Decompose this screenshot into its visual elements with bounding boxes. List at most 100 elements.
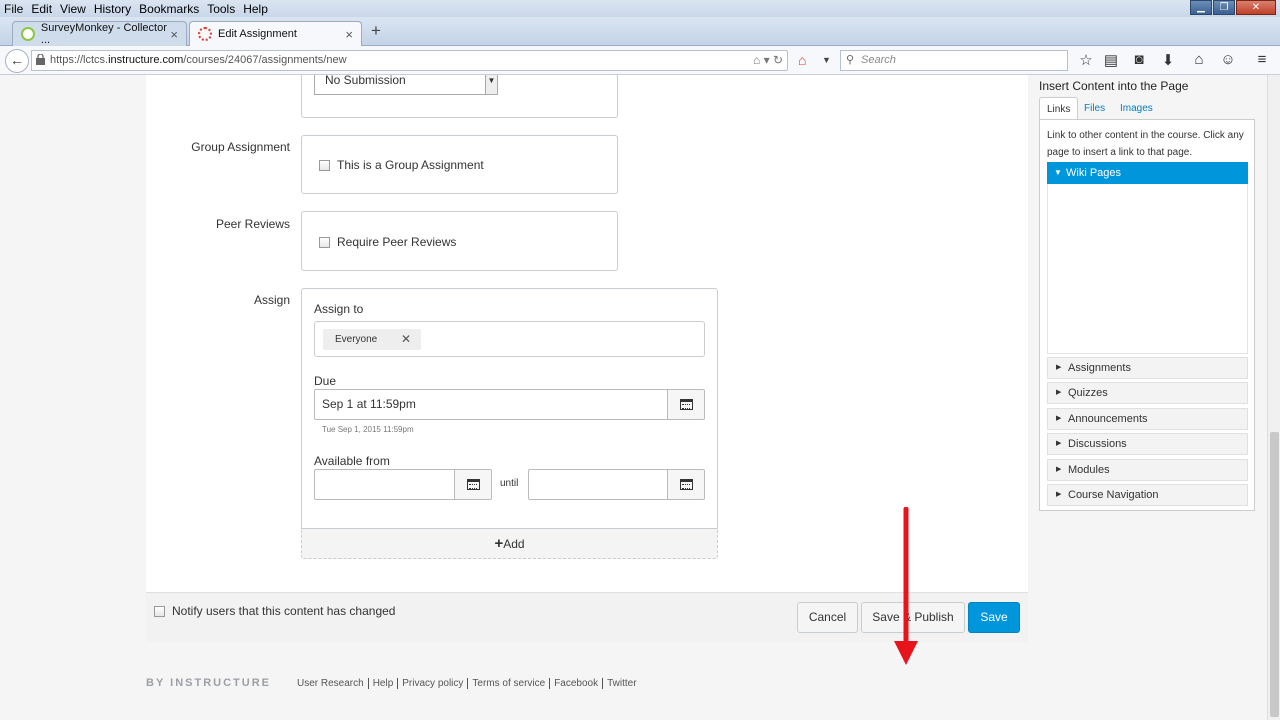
submission-type-select[interactable]: No Submission ▼	[314, 75, 498, 95]
menu-icon[interactable]: ≡	[1252, 51, 1272, 68]
download-icon[interactable]: ⬇	[1158, 51, 1178, 69]
available-from-input[interactable]	[314, 469, 456, 500]
insert-content-tabs: Links Files Images	[1039, 97, 1255, 120]
section-label: Course Navigation	[1068, 489, 1159, 501]
footer-link-terms[interactable]: Terms of service	[467, 677, 549, 689]
links-description: Link to other content in the course. Cli…	[1047, 130, 1244, 158]
section-course-navigation[interactable]: ▶ Course Navigation	[1047, 484, 1248, 506]
peer-reviews-checkbox-label: Require Peer Reviews	[337, 235, 457, 249]
back-button[interactable]: ←	[5, 49, 29, 73]
until-input[interactable]	[528, 469, 669, 500]
notify-users-label: Notify users that this content has chang…	[172, 604, 396, 618]
caret-down-icon: ▼	[1054, 168, 1062, 177]
assign-label: Assign	[253, 293, 290, 307]
available-from-calendar-button[interactable]	[454, 469, 492, 500]
tab-label: SurveyMonkey - Collector ...	[40, 22, 167, 46]
peer-reviews-label: Peer Reviews	[215, 217, 290, 231]
available-from-label: Available from	[314, 454, 390, 468]
caret-right-icon: ▶	[1056, 491, 1062, 498]
chevron-down-icon: ▼	[485, 75, 497, 94]
calendar-icon	[679, 399, 693, 410]
chat-icon[interactable]: ☺	[1218, 51, 1238, 68]
wiki-pages-section[interactable]: ▼ Wiki Pages	[1047, 162, 1248, 184]
footer-link-privacy[interactable]: Privacy policy	[397, 677, 467, 689]
reading-list-icon[interactable]: ▤	[1101, 51, 1121, 69]
footer-link-user-research[interactable]: User Research	[293, 678, 368, 689]
menu-edit[interactable]: Edit	[27, 2, 56, 16]
section-discussions[interactable]: ▶ Discussions	[1047, 433, 1248, 455]
home-icon[interactable]: ⌂	[1189, 51, 1209, 68]
notify-users-checkbox[interactable]	[154, 605, 165, 617]
add-label: Add	[503, 537, 525, 551]
menu-help[interactable]: Help	[239, 2, 272, 16]
due-calendar-button[interactable]	[667, 389, 705, 420]
tab-edit-assignment[interactable]: Edit Assignment ×	[189, 21, 362, 46]
close-tab-icon[interactable]: ×	[170, 27, 178, 42]
menu-tools[interactable]: Tools	[203, 2, 239, 16]
navigation-bar: ← https://lctcs.instructure.com/courses/…	[0, 46, 1280, 75]
url-bar[interactable]: https://lctcs.instructure.com/courses/24…	[31, 50, 788, 71]
save-button[interactable]: Save	[968, 602, 1020, 633]
until-label: until	[500, 478, 519, 489]
assignee-token-label: Everyone	[335, 334, 378, 345]
site-footer: BY INSTRUCTURE User Research Help Privac…	[146, 677, 641, 689]
cancel-button[interactable]: Cancel	[797, 602, 858, 633]
remove-token-icon[interactable]: ✕	[401, 329, 411, 350]
assign-to-input[interactable]: Everyone ✕	[314, 321, 705, 357]
insert-content-panel: Link to other content in the course. Cli…	[1039, 119, 1255, 511]
plus-icon: +	[494, 535, 504, 552]
tab-files[interactable]: Files	[1077, 97, 1112, 120]
footer-link-help[interactable]: Help	[367, 677, 398, 689]
caret-right-icon: ▶	[1056, 415, 1062, 422]
menu-view[interactable]: View	[56, 2, 90, 16]
group-assignment-checkbox[interactable]	[319, 159, 330, 171]
notify-users-row[interactable]: Notify users that this content has chang…	[154, 604, 395, 618]
menu-file[interactable]: File	[0, 2, 27, 16]
wiki-pages-label: Wiki Pages	[1066, 167, 1122, 179]
peer-reviews-checkbox-row[interactable]: Require Peer Reviews	[319, 235, 456, 249]
section-announcements[interactable]: ▶ Announcements	[1047, 408, 1248, 430]
peer-reviews-box: Require Peer Reviews	[301, 211, 618, 271]
scrollbar-thumb[interactable]	[1270, 432, 1279, 717]
until-calendar-button[interactable]	[667, 469, 705, 500]
url-prefix: https://lctcs.	[50, 54, 109, 66]
group-assignment-checkbox-row[interactable]: This is a Group Assignment	[319, 158, 484, 172]
due-date-input[interactable]: Sep 1 at 11:59pm	[314, 389, 669, 420]
section-modules[interactable]: ▶ Modules	[1047, 459, 1248, 481]
menu-bookmarks[interactable]: Bookmarks	[135, 2, 203, 16]
home-color-icon[interactable]: ⌂	[798, 52, 806, 68]
tab-images[interactable]: Images	[1113, 97, 1160, 120]
reload-icon[interactable]: ⌂ ▾ ↻	[753, 51, 783, 70]
minimize-button[interactable]: ▁	[1190, 0, 1212, 15]
search-placeholder: Search	[861, 54, 896, 66]
group-assignment-label: Group Assignment	[191, 140, 290, 154]
footer-link-facebook[interactable]: Facebook	[549, 677, 602, 689]
add-assignment-override-button[interactable]: +Add	[301, 528, 718, 559]
restore-button[interactable]: ❐	[1213, 0, 1235, 15]
search-box[interactable]: ⚲ Search	[840, 50, 1068, 71]
peer-reviews-checkbox[interactable]	[319, 236, 330, 248]
submission-type-box: No Submission ▼	[301, 75, 618, 118]
assign-to-label: Assign to	[314, 302, 364, 316]
section-label: Quizzes	[1068, 387, 1108, 399]
section-quizzes[interactable]: ▶ Quizzes	[1047, 382, 1248, 404]
dropdown-icon[interactable]: ▼	[822, 55, 831, 65]
tab-surveymonkey[interactable]: SurveyMonkey - Collector ... ×	[12, 21, 187, 46]
surveymonkey-icon	[21, 27, 35, 41]
close-tab-icon[interactable]: ×	[345, 27, 353, 42]
new-tab-button[interactable]: +	[371, 21, 381, 41]
page-scrollbar[interactable]	[1267, 75, 1280, 720]
canvas-icon	[198, 27, 212, 41]
due-label: Due	[314, 374, 337, 388]
pocket-icon[interactable]: ◙	[1129, 51, 1149, 68]
bookmark-star-icon[interactable]: ☆	[1076, 51, 1096, 69]
menu-history[interactable]: History	[90, 2, 135, 16]
due-date-value: Sep 1 at 11:59pm	[322, 397, 416, 411]
close-window-button[interactable]: ✕	[1236, 0, 1276, 15]
footer-link-twitter[interactable]: Twitter	[602, 677, 640, 689]
section-assignments[interactable]: ▶ Assignments	[1047, 357, 1248, 379]
menu-bar: File Edit View History Bookmarks Tools H…	[0, 0, 1280, 17]
instructure-brand: BY INSTRUCTURE	[146, 677, 271, 689]
tab-label: Edit Assignment	[218, 28, 297, 40]
tab-links[interactable]: Links	[1039, 97, 1079, 120]
